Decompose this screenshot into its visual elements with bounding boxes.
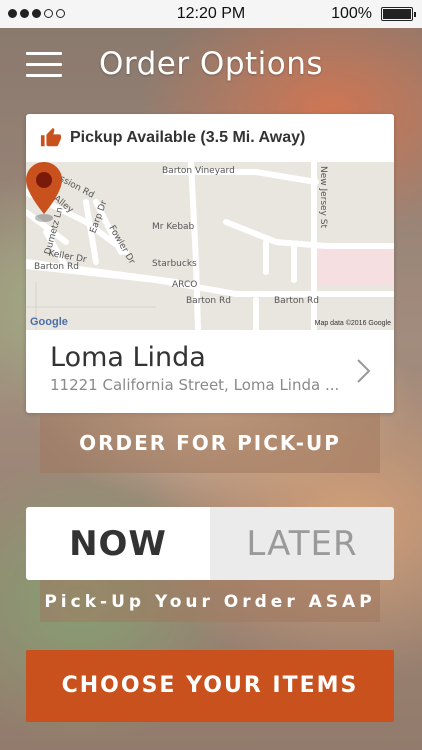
order-type-label: ORDER FOR PICK-UP: [40, 413, 380, 473]
google-logo: Google: [30, 316, 68, 328]
map-label: ARCO: [172, 280, 198, 290]
map-label: Barton Rd: [274, 296, 319, 306]
map-pin-icon[interactable]: [26, 162, 62, 224]
now-option[interactable]: NOW: [26, 507, 210, 580]
pickup-availability: Pickup Available (3.5 Mi. Away): [26, 114, 394, 162]
map-credit: Map data ©2016 Google: [314, 320, 391, 327]
asap-label: Pick-Up Your Order ASAP: [40, 580, 380, 622]
status-bar: 12:20 PM 100%: [0, 0, 422, 28]
map-label: Starbucks: [152, 259, 197, 269]
location-selector[interactable]: Loma Linda 11221 California Street, Loma…: [26, 330, 394, 413]
map-label: Barton Rd: [34, 262, 79, 272]
location-card: Pickup Available (3.5 Mi. Away) Mission …: [26, 114, 394, 413]
location-name: Loma Linda: [50, 342, 206, 373]
map-label: Barton Vineyard: [162, 166, 235, 176]
location-address: 11221 California Street, Loma Linda ...: [50, 376, 340, 394]
battery-percent: 100%: [331, 5, 372, 22]
header: Order Options: [0, 28, 422, 98]
map-label: Mr Kebab: [152, 222, 195, 232]
thumbs-up-icon: [40, 127, 62, 147]
location-map[interactable]: Mission Rd Alley Alley Earp Dr Fowler Dr…: [26, 162, 394, 330]
time-toggle: NOW LATER: [26, 507, 394, 580]
battery-icon: [381, 7, 416, 21]
map-label: New Jersey St: [318, 165, 329, 229]
later-option[interactable]: LATER: [210, 507, 394, 580]
pickup-text: Pickup Available (3.5 Mi. Away): [70, 129, 306, 146]
chevron-right-icon: [357, 359, 371, 383]
page-title: Order Options: [98, 46, 324, 82]
choose-items-button[interactable]: CHOOSE YOUR ITEMS: [26, 650, 394, 722]
map-label: Barton Rd: [186, 296, 231, 306]
